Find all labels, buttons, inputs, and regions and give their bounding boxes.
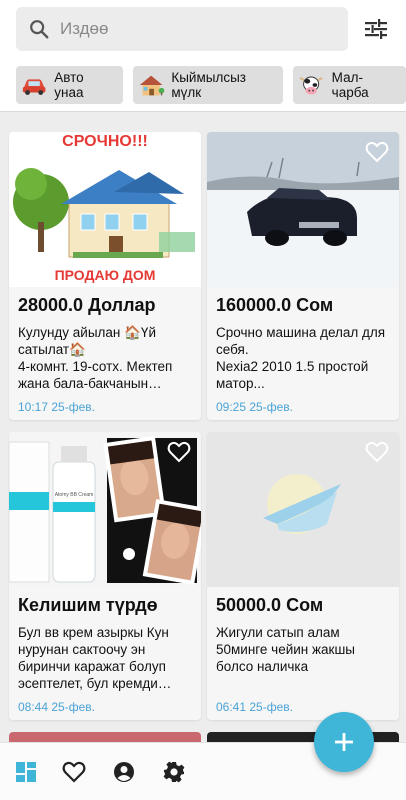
listing-description: Срочно машина делал для себя. Nexia2 2010… (216, 325, 386, 391)
listing-price: Келишим түрдө (18, 595, 158, 615)
category-chip-livestock[interactable]: Мал-чарба (293, 66, 406, 104)
listing-price: 160000.0 Сом (216, 295, 334, 315)
listing-date: 08:44 25-фев. (18, 700, 95, 714)
listing-price: 50000.0 Сом (216, 595, 324, 615)
grid-icon[interactable] (14, 760, 38, 784)
listing-price: 28000.0 Доллар (18, 295, 156, 315)
search-icon (30, 20, 49, 39)
listing-image: СРОЧНО!!! ПРОДАЮ ДОМ (9, 132, 201, 287)
car-icon (22, 79, 46, 95)
category-label: Мал-чарба (331, 70, 369, 100)
filter-button[interactable] (362, 16, 390, 42)
product-label: Atomy BB Cream (55, 492, 94, 498)
listing-description: Бул вв крем азыркы Кун нурунан сактоочу … (18, 625, 169, 691)
top-bar: Авто унаа Кыймылсыз мүлк (0, 0, 406, 112)
listing-date: 09:25 25-фев. (216, 400, 293, 414)
search-input[interactable] (60, 19, 320, 39)
banner-bottom-text: ПРОДАЮ ДОМ (55, 267, 156, 283)
category-chip-auto[interactable]: Авто унаа (16, 66, 124, 104)
house-icon (139, 75, 165, 96)
favorites-heart-icon[interactable] (62, 760, 86, 784)
tune-icon (365, 19, 387, 39)
cow-icon (300, 76, 324, 95)
search-bar[interactable] (16, 7, 348, 51)
listing-card[interactable]: 160000.0 Сом Срочно машина делал для себ… (207, 132, 399, 420)
listing-date: 06:41 25-фев. (216, 700, 293, 714)
listing-card[interactable]: 50000.0 Сом Жигули сатып алам 50минге че… (207, 432, 399, 720)
listing-card[interactable]: СРОЧНО!!! ПРОДАЮ ДОМ 28000.0 Доллар Кулу… (9, 132, 201, 420)
category-label: Авто унаа (54, 70, 84, 100)
favorite-heart-icon[interactable] (365, 141, 389, 163)
listing-description: Жигули сатып алам 50минге чейин жакшы бо… (216, 625, 355, 674)
settings-icon[interactable] (162, 760, 186, 784)
banner-top-text: СРОЧНО!!! (62, 133, 148, 150)
add-listing-button[interactable] (314, 712, 374, 772)
category-chip-realestate[interactable]: Кыймылсыз мүлк (133, 66, 284, 104)
listing-card[interactable]: Atomy BB Cream Келишим түрдө Бул вв крем… (9, 432, 201, 720)
favorite-heart-icon[interactable] (167, 441, 191, 463)
house-photo: СРОЧНО!!! ПРОДАЮ ДОМ (13, 133, 195, 283)
category-chips: Авто унаа Кыймылсыз мүлк Мал-чарба (16, 66, 406, 104)
listing-description: Кулунду айылан 🏠Үй сатылат🏠 4-комнт. 19-с… (18, 325, 173, 391)
profile-icon[interactable] (112, 760, 136, 784)
listing-date: 10:17 25-фев. (18, 400, 95, 414)
category-label: Кыймылсыз мүлк (171, 70, 246, 100)
favorite-heart-icon[interactable] (365, 441, 389, 463)
plus-icon (335, 733, 353, 751)
